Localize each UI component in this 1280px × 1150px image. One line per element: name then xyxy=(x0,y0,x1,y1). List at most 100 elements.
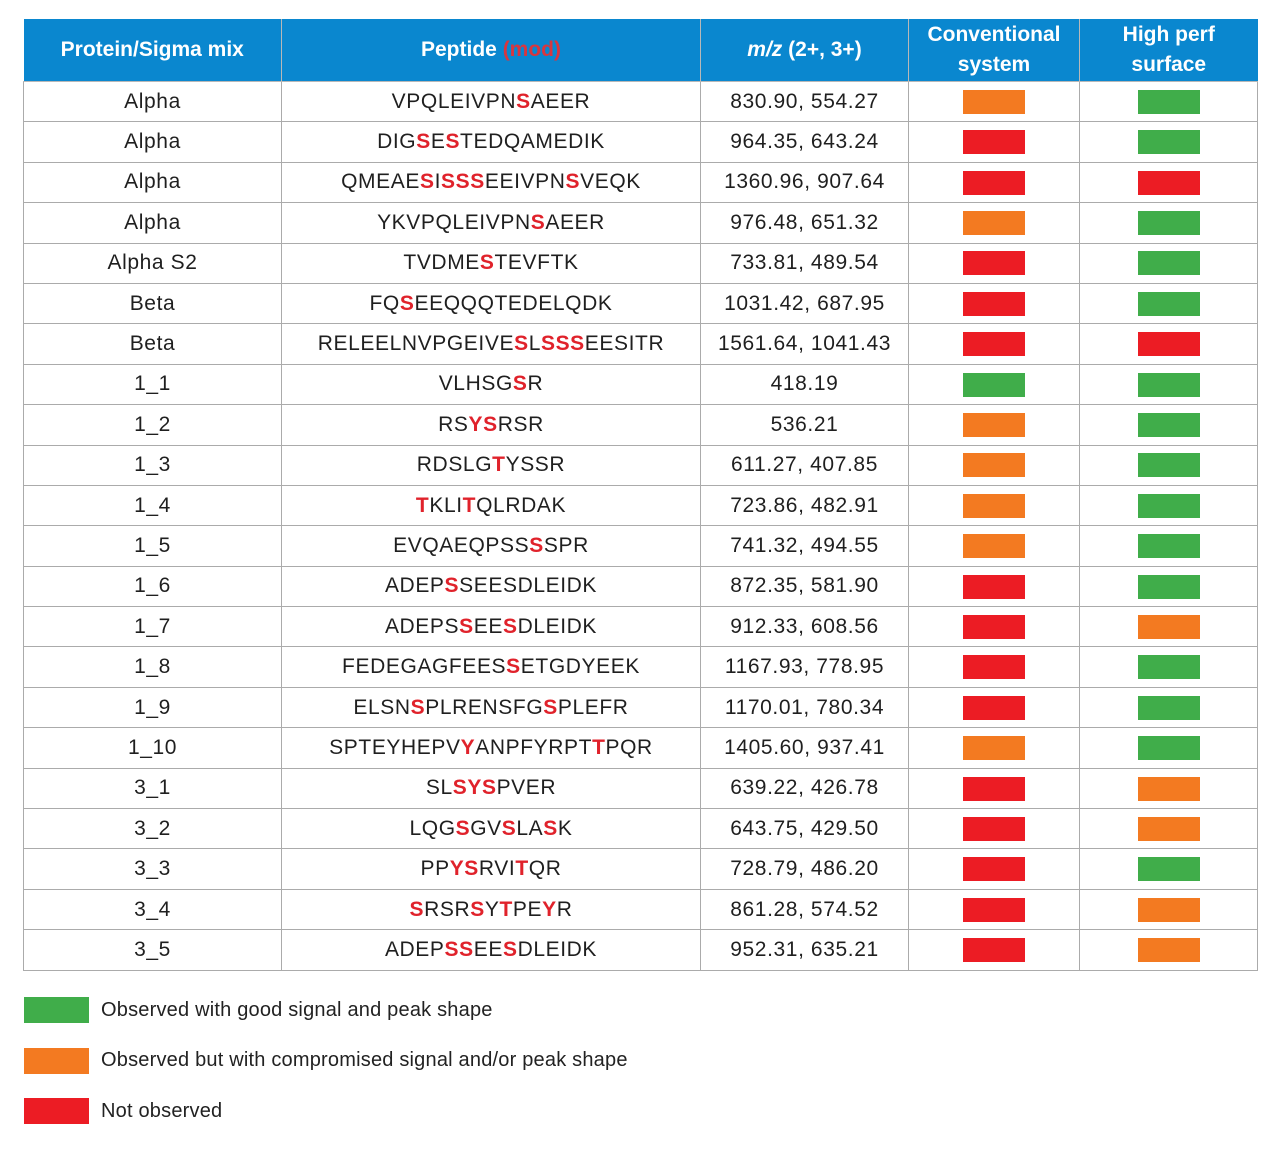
modified-residue: T xyxy=(592,735,606,759)
peptide-segment: VEQK xyxy=(580,170,641,194)
high-perf-status-cell xyxy=(1079,606,1258,648)
peptide-segment: RDSLG xyxy=(416,453,493,477)
peptide-segment: VPQLEIVPN xyxy=(391,89,517,113)
status-swatch-good xyxy=(1137,574,1200,599)
mz-cell: 872.35, 581.90 xyxy=(700,565,909,608)
modified-residue: SSS xyxy=(540,332,585,356)
table-row: 1_9 ELSNSPLRENSFGSPLEFR 1170.01, 780.34 xyxy=(23,686,1258,729)
conventional-status-cell xyxy=(908,808,1080,850)
protein-cell: 1_7 xyxy=(23,606,282,648)
protein-cell: Alpha xyxy=(23,202,282,244)
peptide-cell: VLHSGSR xyxy=(281,363,701,406)
conventional-status-cell xyxy=(908,525,1080,567)
peptide-cell: YKVPQLEIVPNSAEER xyxy=(281,202,701,244)
mz-cell: 964.35, 643.24 xyxy=(700,121,909,163)
table-row: 1_7 ADEPSSEESDLEIDK 912.33, 608.56 xyxy=(23,606,1258,648)
status-swatch-good xyxy=(1137,857,1200,882)
status-swatch-good xyxy=(1137,211,1200,236)
header-protein: Protein/Sigma mix xyxy=(23,19,282,82)
high-perf-status-cell xyxy=(1079,888,1258,931)
peptide-cell: TKLITQLRDAK xyxy=(281,484,701,527)
status-swatch-not-observed xyxy=(963,857,1025,882)
protein-cell: 3_3 xyxy=(23,848,282,890)
mz-cell: 1360.96, 907.64 xyxy=(700,161,909,204)
modified-residue: S xyxy=(416,130,431,154)
conventional-status-cell xyxy=(908,727,1080,769)
table-row: 3_4 SRSRSYTPEYR 861.28, 574.52 xyxy=(23,888,1258,931)
mz-cell: 741.32, 494.55 xyxy=(700,525,909,567)
modified-residue: SYS xyxy=(452,776,497,800)
legend-swatch xyxy=(24,1098,89,1124)
peptide-segment: L xyxy=(528,332,541,356)
mz-cell: 418.19 xyxy=(700,363,909,406)
peptide-segment: PLEFR xyxy=(557,695,629,719)
modified-residue: S xyxy=(543,695,558,719)
peptide-segment: ELSN xyxy=(353,695,411,719)
status-swatch-not-observed xyxy=(963,816,1025,841)
peptide-segment: FQ xyxy=(369,291,400,315)
mz-cell: 639.22, 426.78 xyxy=(700,767,909,810)
table-row: 1_5 EVQAEQPSSSSPR 741.32, 494.55 xyxy=(23,525,1258,567)
peptide-segment: ADEPS xyxy=(384,614,460,638)
protein-cell: Alpha xyxy=(23,161,282,204)
header-high-perf-line2: surface xyxy=(1131,53,1207,76)
high-perf-status-cell xyxy=(1079,929,1258,971)
status-swatch-compromised xyxy=(963,493,1025,518)
protein-cell: Alpha xyxy=(23,121,282,163)
peptide-segment: RVI xyxy=(478,857,516,881)
status-swatch-not-observed xyxy=(963,332,1025,357)
legend-label: Not observed xyxy=(101,1099,223,1122)
peptide-segment: FEDEGAGFEES xyxy=(342,655,507,679)
mz-cell: 861.28, 574.52 xyxy=(700,888,909,931)
modified-residue: S xyxy=(516,89,531,113)
modified-residue: S xyxy=(502,614,518,638)
conventional-status-cell xyxy=(908,363,1080,406)
table-body: Alpha VPQLEIVPNSAEER 830.90, 554.27 Alpha DI… xyxy=(23,80,1258,971)
mz-cell: 1167.93, 778.95 xyxy=(700,646,909,688)
protein-cell: 1_1 xyxy=(23,363,282,406)
table-row: Alpha S2 TVDMESTEVFTK 733.81, 489.54 xyxy=(23,242,1258,284)
protein-cell: 1_9 xyxy=(23,686,282,729)
high-perf-status-cell xyxy=(1079,80,1258,123)
legend-item-not-observed: Not observed xyxy=(24,1098,628,1124)
peptide-cell: RDSLGTYSSR xyxy=(281,444,701,486)
conventional-status-cell xyxy=(908,80,1080,123)
peptide-segment: R xyxy=(527,372,544,396)
peptide-segment: LQG xyxy=(409,816,456,840)
protein-cell: 1_3 xyxy=(23,444,282,486)
header-conventional-line1: Conventional xyxy=(927,23,1061,46)
high-perf-status-cell xyxy=(1079,363,1258,406)
peptide-segment: K xyxy=(557,816,573,840)
modified-residue: S xyxy=(514,332,529,356)
modified-residue: S xyxy=(399,291,415,315)
status-swatch-compromised xyxy=(1137,938,1200,963)
modified-residue: S xyxy=(512,372,528,396)
status-swatch-good xyxy=(1137,695,1200,720)
peptide-segment: TEDQAMEDIK xyxy=(460,130,605,154)
high-perf-status-cell xyxy=(1079,404,1258,446)
peptide-cell: SPTEYHEPVYANPFYRPTTPQR xyxy=(281,727,701,769)
peptide-segment: SEESDLEIDK xyxy=(459,574,598,598)
peptide-segment: YKVPQLEIVPN xyxy=(377,210,531,234)
protein-cell: 3_2 xyxy=(23,808,282,850)
conventional-status-cell xyxy=(908,606,1080,648)
peptide-cell: VPQLEIVPNSAEER xyxy=(281,80,701,123)
protein-cell: 1_10 xyxy=(23,727,282,769)
peptide-segment: PQR xyxy=(605,735,653,759)
conventional-status-cell xyxy=(908,686,1080,729)
modified-residue: S xyxy=(470,897,485,921)
peptide-segment: TEVFTK xyxy=(494,251,579,275)
conventional-status-cell xyxy=(908,161,1080,204)
header-peptide-label: Peptide xyxy=(420,38,497,61)
modified-residue: T xyxy=(515,857,529,881)
modified-residue: S xyxy=(529,533,544,557)
status-swatch-good xyxy=(1137,251,1200,276)
peptide-segment: ETGDYEEK xyxy=(520,655,640,679)
status-swatch-not-observed xyxy=(963,291,1025,316)
peptide-cell: FEDEGAGFEESSETGDYEEK xyxy=(281,646,701,688)
high-perf-status-cell xyxy=(1079,484,1258,527)
table-row: 1_8 FEDEGAGFEESSETGDYEEK 1167.93, 778.95 xyxy=(23,646,1258,688)
conventional-status-cell xyxy=(908,323,1080,365)
peptide-segment: TVDME xyxy=(403,251,480,275)
header-high-perf-line1: High perf xyxy=(1122,23,1215,46)
